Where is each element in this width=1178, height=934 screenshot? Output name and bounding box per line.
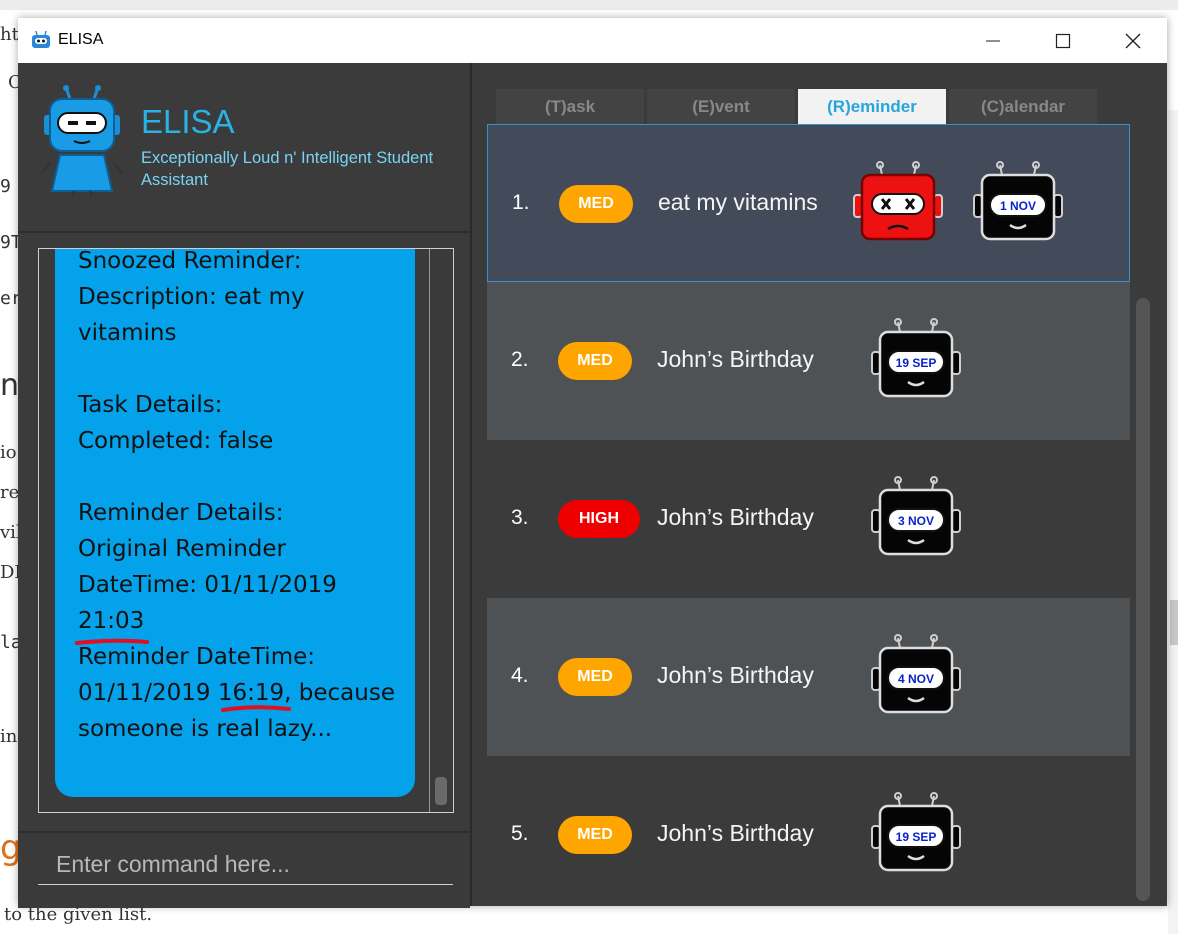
reminder-date: 19 SEP (896, 356, 937, 370)
date-robot-icon: 1 NOV (973, 161, 1063, 241)
close-icon (1125, 33, 1141, 48)
tab-event[interactable]: (E)vent (647, 89, 795, 124)
chat-bubble: Snoozed Reminder: Description: eat my vi… (55, 249, 415, 797)
browser-strip (0, 0, 1178, 10)
brand-header: ELISA Exceptionally Loud n' Intelligent … (18, 63, 470, 231)
reminder-index: 3. (511, 506, 529, 529)
reminder-list-scrollbar[interactable] (1136, 298, 1150, 901)
bg-text: re (0, 482, 20, 503)
priority-badge: MED (558, 816, 632, 854)
reminder-index: 5. (511, 822, 529, 845)
date-robot-icon: 19 SEP (871, 792, 961, 872)
left-panel: ELISA Exceptionally Loud n' Intelligent … (18, 63, 470, 908)
close-button[interactable] (1098, 18, 1168, 63)
reminder-date: 19 SEP (896, 830, 937, 844)
date-robot-icon: 19 SEP (871, 318, 961, 398)
priority-badge: HIGH (558, 500, 640, 538)
reminder-index: 1. (512, 191, 530, 214)
bg-heading: n (0, 368, 20, 403)
right-panel: (T)ask (E)vent (R)eminder (C)alendar 1. M… (472, 63, 1167, 906)
chat-scrollbar[interactable] (429, 249, 452, 812)
reminder-list[interactable]: 1. MED eat my vitamins 1 NOV 2. MED John’s Bir… (487, 124, 1130, 887)
reminder-row[interactable]: 4. MED John’s Birthday 4 NOV (487, 598, 1130, 756)
elisa-mascot-icon (41, 85, 123, 197)
reminder-description: John’s Birthday (657, 662, 814, 688)
tab-task[interactable]: (T)ask (496, 89, 644, 124)
command-area (18, 831, 470, 908)
bg-text: ht (0, 24, 19, 45)
bg-text: 9 (0, 176, 11, 197)
priority-badge: MED (558, 658, 632, 696)
command-input[interactable] (38, 845, 453, 885)
priority-badge: MED (558, 342, 632, 380)
brand-tagline: Exceptionally Loud n' Intelligent Studen… (141, 149, 434, 189)
reminder-date: 3 NOV (898, 514, 934, 528)
header-divider (18, 231, 470, 233)
reminder-index: 4. (511, 664, 529, 687)
chat-scrollbar-thumb[interactable] (435, 777, 447, 805)
reminder-description: eat my vitamins (658, 189, 818, 215)
reminder-index: 2. (511, 348, 529, 371)
reminder-description: John’s Birthday (657, 820, 814, 846)
reminder-row[interactable]: 2. MED John’s Birthday 19 SEP (487, 282, 1130, 440)
bg-text: in (0, 726, 18, 747)
minimize-icon (986, 40, 1000, 41)
reminder-row[interactable]: 1. MED eat my vitamins 1 NOV (487, 124, 1130, 282)
tab-bar: (T)ask (E)vent (R)eminder (C)alendar (496, 89, 1097, 124)
elisa-window: ELISA ELISA Exceptionally Loud n' Intell… (18, 18, 1167, 908)
tab-calendar[interactable]: (C)alendar (949, 89, 1097, 124)
maximize-button[interactable] (1028, 18, 1098, 63)
reminder-description: John’s Birthday (657, 346, 814, 372)
reminder-row[interactable]: 3. HIGH John’s Birthday 3 NOV (487, 440, 1130, 598)
maximize-icon (1055, 33, 1071, 48)
reminder-date: 4 NOV (898, 672, 934, 686)
reminder-date: 1 NOV (1000, 199, 1036, 213)
brand-name: ELISA (141, 103, 235, 140)
chat-message: Snoozed Reminder: Description: eat my vi… (78, 249, 395, 742)
red-underline-mark (221, 705, 291, 712)
reminder-description: John’s Birthday (657, 504, 814, 530)
date-robot-icon: 3 NOV (871, 476, 961, 556)
bg-scrollbar (1168, 110, 1178, 934)
reminder-row[interactable]: 5. MED John’s Birthday 19 SEP (487, 756, 1130, 887)
red-underline-mark (75, 638, 149, 645)
window-title: ELISA (58, 31, 104, 48)
bg-text: io (0, 442, 17, 463)
title-bar[interactable]: ELISA (18, 18, 1167, 63)
minimize-button[interactable] (958, 18, 1028, 63)
snoozed-robot-icon (853, 161, 943, 241)
tab-reminder[interactable]: (R)eminder (798, 89, 946, 124)
app-robot-icon (32, 30, 50, 48)
chat-panel[interactable]: Snoozed Reminder: Description: eat my vi… (38, 248, 454, 813)
date-robot-icon: 4 NOV (871, 634, 961, 714)
bg-scrollbar-thumb (1170, 600, 1178, 645)
priority-badge: MED (559, 185, 633, 223)
